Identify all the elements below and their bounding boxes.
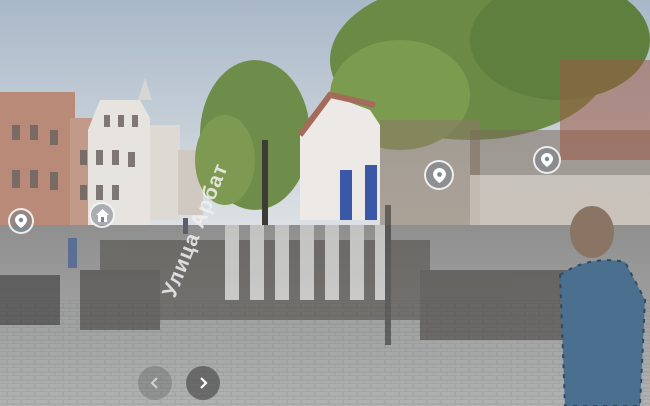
next-button[interactable] bbox=[186, 366, 220, 400]
chevron-right-icon bbox=[200, 377, 208, 389]
map-pin-hotspot-right[interactable] bbox=[533, 146, 561, 174]
chevron-left-icon bbox=[150, 377, 158, 389]
street-view-panorama[interactable]: Улица Арбат bbox=[0, 0, 650, 406]
map-pin-hotspot-center[interactable] bbox=[424, 160, 454, 190]
home-icon bbox=[95, 208, 109, 222]
map-pin-icon bbox=[432, 167, 446, 183]
map-pin-hotspot-left[interactable] bbox=[8, 208, 34, 234]
home-hotspot[interactable] bbox=[89, 202, 115, 228]
map-pin-icon bbox=[15, 214, 27, 228]
map-pin-icon bbox=[541, 153, 553, 167]
previous-button[interactable] bbox=[138, 366, 172, 400]
